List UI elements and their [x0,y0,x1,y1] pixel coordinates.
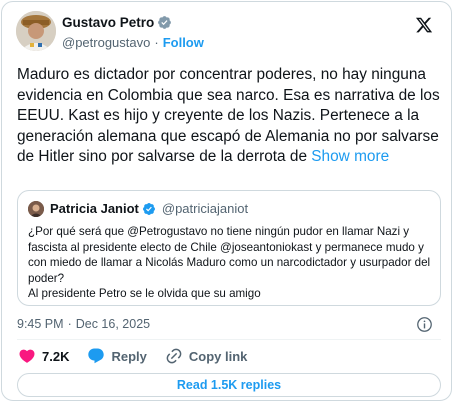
quote-author[interactable]: Patricia Janiot @patriciajaniot [50,201,248,216]
quote-author-handle[interactable]: @patriciajaniot [162,201,248,216]
author-avatar[interactable] [16,11,56,51]
author-handle-row: @petrogustavo · Follow [62,35,204,50]
like-button[interactable]: 7.2K [18,347,69,365]
copy-link-label: Copy link [188,348,248,364]
verified-badge-icon [142,202,155,215]
reply-icon [88,348,105,364]
author-name-text[interactable]: Gustavo Petro [62,15,154,30]
quoted-tweet[interactable]: Patricia Janiot @patriciajaniot ¿Por qué… [17,190,441,306]
like-count: 7.2K [42,348,70,364]
x-logo-icon[interactable] [415,16,433,34]
reply-button[interactable]: Reply [87,347,147,365]
quote-author-avatar[interactable] [28,201,44,217]
author-name[interactable]: Gustavo Petro [62,15,172,30]
tweet-date[interactable]: Dec 16, 2025 [76,317,150,331]
dot-separator: · [67,317,72,331]
tweet-text: Maduro es dictador por concentrar podere… [17,65,442,168]
show-more-link[interactable]: Show more [311,148,389,165]
action-bar: 7.2K Reply Copy link [18,347,247,365]
quote-author-name[interactable]: Patricia Janiot [50,201,139,216]
author-handle[interactable]: @petrogustavo [62,35,150,50]
dot-separator: · [154,35,159,50]
tweet-card: Gustavo Petro @petrogustavo · Follow Mad… [1,1,452,401]
info-icon[interactable] [416,316,433,333]
read-replies-label: Read 1.5K replies [176,378,282,392]
quote-body: ¿Por qué será que @Petrogustavo no tiene… [28,225,431,285]
read-replies-button[interactable]: Read 1.5K replies [17,373,441,397]
tweet-time[interactable]: 9:45 PM [17,317,64,331]
verified-badge-icon [158,16,172,29]
follow-button[interactable]: Follow [163,35,204,50]
quote-text: ¿Por qué será que @Petrogustavo no tiene… [28,224,432,302]
copy-link-button[interactable]: Copy link [165,347,248,365]
link-icon [166,348,182,364]
reply-label: Reply [111,348,147,364]
tweet-timestamp[interactable]: 9:45 PM · Dec 16, 2025 [17,317,150,331]
divider [17,339,441,340]
heart-icon [19,349,35,363]
quote-body-last-line: Al presidente Petro se le olvida que su … [28,287,261,300]
